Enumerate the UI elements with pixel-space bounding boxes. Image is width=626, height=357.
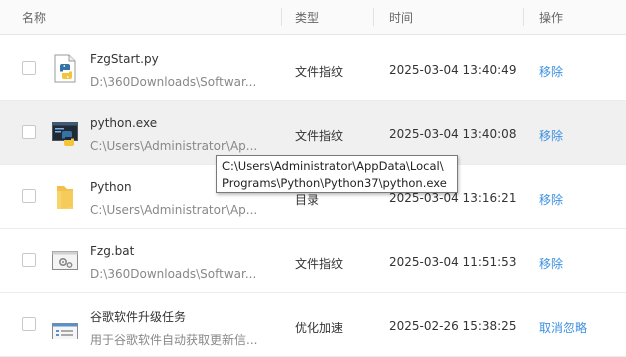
file-type: 文件指纹	[295, 129, 344, 143]
file-path: D:\360Downloads\Softwar...	[90, 75, 257, 89]
file-name: 谷歌软件升级任务	[90, 310, 187, 324]
header-divider[interactable]	[373, 8, 374, 26]
file-time: 2025-03-04 11:51:53	[389, 255, 517, 269]
file-path: D:\360Downloads\Softwar...	[90, 267, 257, 281]
table-row[interactable]: Fzg.bat D:\360Downloads\Softwar... 文件指纹 …	[0, 229, 626, 293]
file-time: 2025-03-04 13:40:08	[389, 127, 517, 141]
header-time: 时间	[389, 11, 414, 25]
table-row[interactable]: 谷歌软件升级任务 用于谷歌软件自动获取更新信... 优化加速 2025-02-2…	[0, 293, 626, 357]
header-name: 名称	[22, 11, 47, 25]
file-type: 目录	[295, 193, 320, 207]
row-checkbox[interactable]	[22, 253, 36, 267]
file-name: FzgStart.py	[90, 52, 159, 66]
file-name: Python	[90, 180, 132, 194]
file-type: 文件指纹	[295, 65, 344, 79]
file-time: 2025-02-26 15:38:25	[389, 319, 517, 333]
remove-link[interactable]: 移除	[539, 191, 563, 208]
table-header: 名称 类型 时间 操作	[0, 0, 626, 35]
file-type: 文件指纹	[295, 257, 344, 271]
task-icon	[52, 310, 79, 346]
tooltip-line: Programs\Python\Python37\python.exe	[222, 176, 447, 190]
header-divider[interactable]	[523, 8, 524, 26]
python-exe-icon	[52, 118, 79, 147]
file-path: C:\Users\Administrator\Ap...	[90, 203, 258, 217]
file-path: 用于谷歌软件自动获取更新信...	[90, 333, 258, 347]
path-tooltip: C:\Users\Administrator\AppData\Local\ Pr…	[216, 155, 458, 193]
tooltip-line: C:\Users\Administrator\AppData\Local\	[222, 159, 444, 173]
header-divider[interactable]	[281, 8, 282, 26]
header-type: 类型	[295, 11, 320, 25]
row-checkbox[interactable]	[22, 189, 36, 203]
folder-icon	[52, 182, 79, 211]
file-time: 2025-03-04 13:16:21	[389, 191, 517, 205]
file-time: 2025-03-04 13:40:49	[389, 63, 517, 77]
row-checkbox[interactable]	[22, 317, 36, 331]
undo-ignore-link[interactable]: 取消忽略	[539, 319, 587, 336]
python-file-icon	[52, 54, 79, 83]
header-action: 操作	[539, 11, 564, 25]
file-path: C:\Users\Administrator\Ap...	[90, 139, 258, 153]
file-type: 优化加速	[295, 321, 344, 335]
remove-link[interactable]: 移除	[539, 127, 563, 144]
file-name: python.exe	[90, 116, 158, 130]
batch-file-icon	[52, 246, 79, 275]
remove-link[interactable]: 移除	[539, 63, 563, 80]
table-row[interactable]: FzgStart.py D:\360Downloads\Softwar... 文…	[0, 37, 626, 101]
row-checkbox[interactable]	[22, 125, 36, 139]
remove-link[interactable]: 移除	[539, 255, 563, 272]
row-checkbox[interactable]	[22, 61, 36, 75]
file-name: Fzg.bat	[90, 244, 135, 258]
